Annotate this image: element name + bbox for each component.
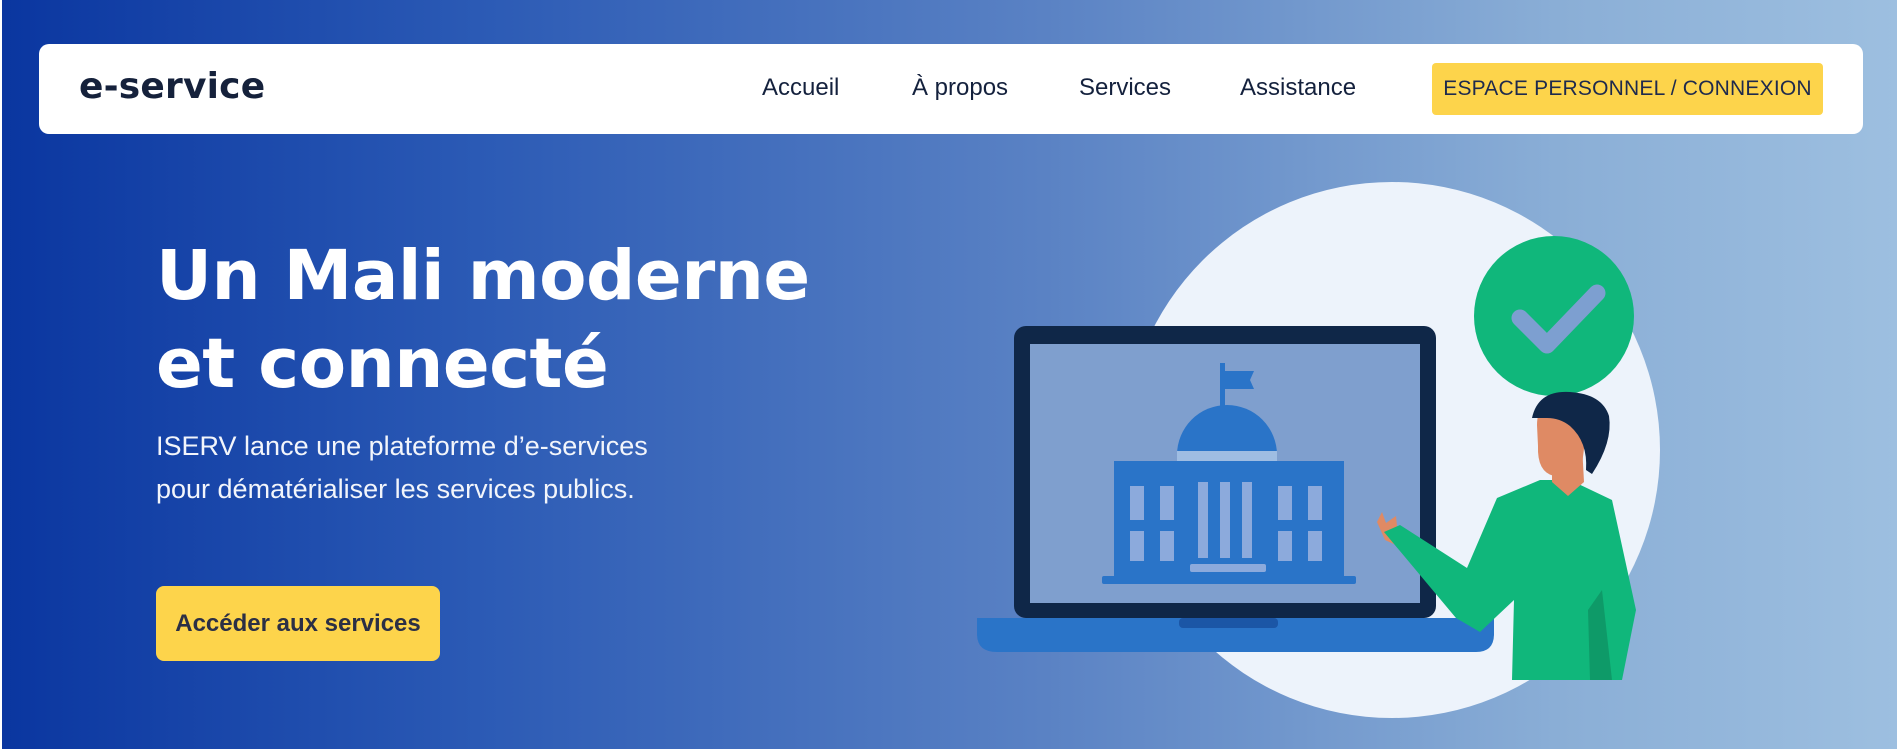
brand-logo[interactable]: e-service bbox=[79, 66, 265, 107]
navbar: e-service Accueil À propos Services Assi… bbox=[39, 44, 1863, 134]
hero-section: e-service Accueil À propos Services Assi… bbox=[2, 0, 1897, 749]
nav-link-services[interactable]: Services bbox=[1079, 74, 1171, 102]
login-button[interactable]: ESPACE PERSONNEL / CONNEXION bbox=[1432, 63, 1823, 115]
hero-description: ISERV lance une plateforme d’e-services … bbox=[156, 431, 648, 504]
checkmark-badge-icon bbox=[1474, 236, 1634, 396]
nav-link-a-propos[interactable]: À propos bbox=[912, 74, 1008, 102]
hero-title: Un Mali moderne et connecté bbox=[156, 232, 876, 408]
nav-link-accueil[interactable]: Accueil bbox=[762, 74, 839, 102]
hero-title-line1: Un Mali moderne bbox=[156, 236, 810, 316]
nav-link-assistance[interactable]: Assistance bbox=[1240, 74, 1356, 102]
hero-illustration bbox=[977, 182, 1660, 718]
access-services-button[interactable]: Accéder aux services bbox=[156, 586, 440, 661]
hero-title-line2: et connecté bbox=[156, 324, 609, 404]
